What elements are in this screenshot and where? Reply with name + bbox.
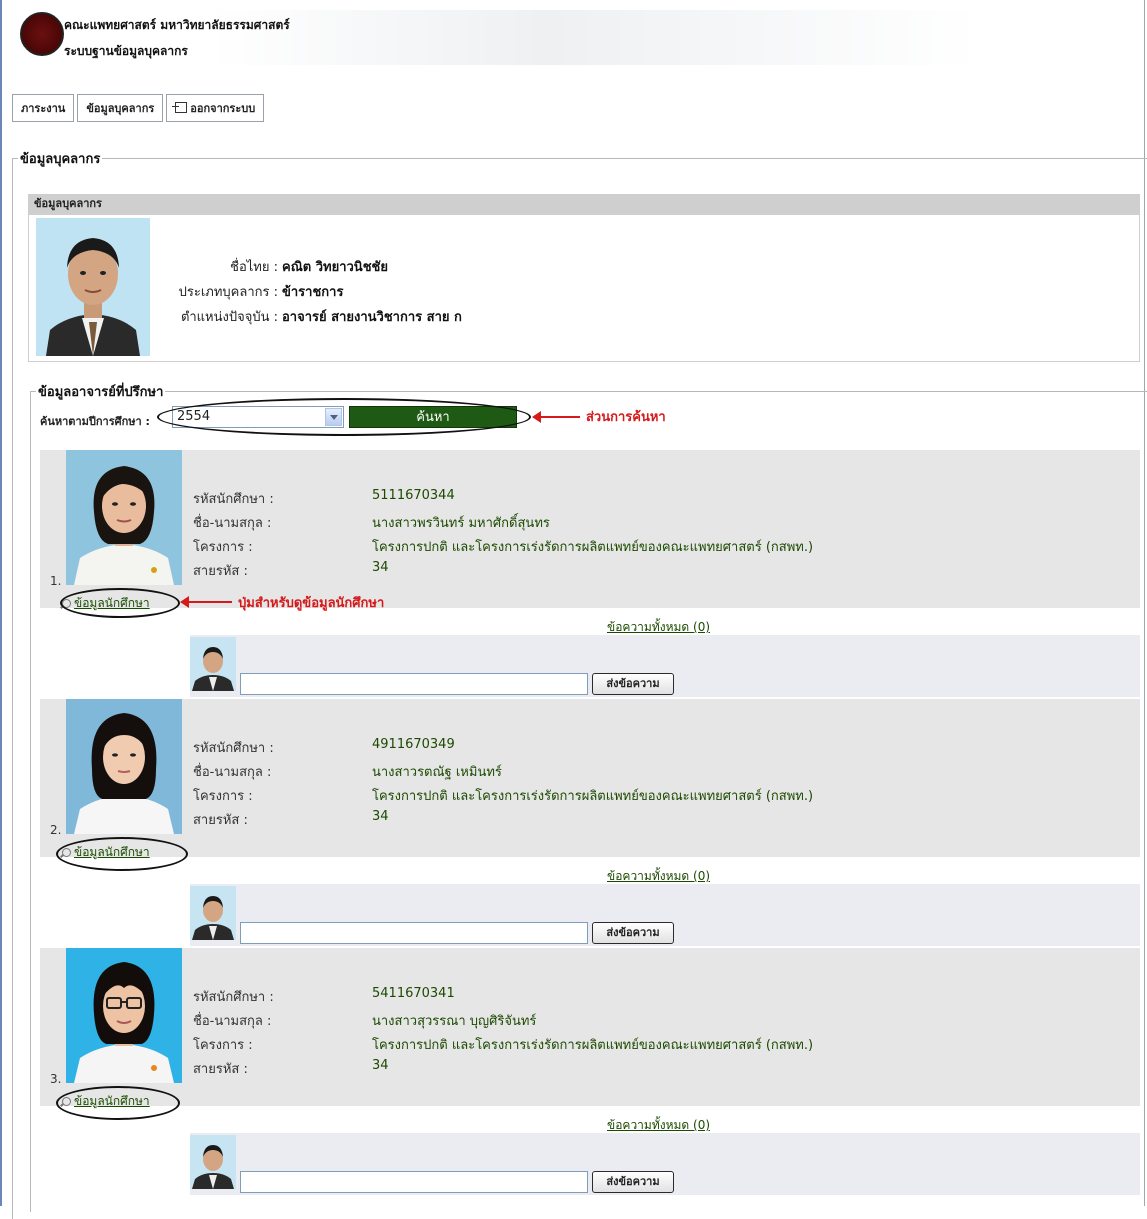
staff-type-value: ข้าราชการ [282,285,344,300]
all-messages-label-3: ข้อความทั้งหมด (0) [607,1118,711,1132]
message-box-2: ส่งข้อความ [190,884,1140,946]
view-student-info-link-1[interactable]: ข้อมูลนักศึกษา [62,594,150,613]
menu-staff-info[interactable]: ข้อมูลบุคลากร [77,94,164,122]
logout-icon [172,102,188,113]
all-messages-label-1: ข้อความทั้งหมด (0) [607,620,711,634]
magnifier-icon [62,599,71,608]
year-select-value: 2554 [177,409,211,424]
message-box-3: ส่งข้อความ [190,1133,1140,1195]
search-annotation-arrow [532,411,580,423]
student-program-label-3: โครงการ : [193,1038,253,1053]
staff-thai-name-value: คณิต วิทยาวนิชชัย [282,260,388,275]
menu-workload-label: ภาระงาน [21,102,66,115]
staff-thai-name-row: ชื่อไทย : คณิต วิทยาวนิชชัย [108,256,388,277]
student-line-label-2: สายรหัส : [193,813,248,828]
all-messages-label-2: ข้อความทั้งหมด (0) [607,869,711,883]
student-number-3: 3. [50,1072,62,1086]
student-line-label-3: สายรหัส : [193,1062,248,1077]
message-box-1: ส่งข้อความ [190,635,1140,697]
student-program-2: โครงการปกติ และโครงการเร่งรัดการผลิตแพทย… [372,789,814,804]
view-student-info-label-3: ข้อมูลนักศึกษา [74,1094,150,1108]
student-name-label-1: ชื่อ-นามสกุล : [193,516,272,531]
link-annotation-arrow [180,596,232,608]
main-menu: ภาระงาน ข้อมูลบุคลากร ออกจากระบบ [12,94,265,122]
search-year-label: ค้นหาตามปีการศึกษา : [40,415,150,428]
student-name-3: นางสาวสุวรรณา บุญศิริจันทร์ [372,1014,537,1029]
student-program-label-2: โครงการ : [193,789,253,804]
student-program-3: โครงการปกติ และโครงการเร่งรัดการผลิตแพทย… [372,1038,814,1053]
magnifier-icon [62,1097,71,1106]
student-program-1: โครงการปกติ และโครงการเร่งรัดการผลิตแพทย… [372,540,814,555]
student-photo-3 [66,948,182,1083]
student-id-label-3: รหัสนักศึกษา : [193,990,274,1005]
student-name-2: นางสาวรตณัฐ เหมินทร์ [372,765,502,780]
year-select[interactable]: 2554 [172,406,344,428]
staff-type-row: ประเภทบุคลากร : ข้าราชการ [108,281,344,302]
student-line-1: 34 [372,560,389,575]
student-program-label-1: โครงการ : [193,540,253,555]
student-name-label-2: ชื่อ-นามสกุล : [193,765,272,780]
menu-logout-label: ออกจากระบบ [190,102,256,115]
student-line-3: 34 [372,1058,389,1073]
view-student-info-link-3[interactable]: ข้อมูลนักศึกษา [62,1092,150,1111]
staff-type-label: ประเภทบุคลากร : [178,285,278,300]
staff-panel-title: ข้อมูลบุคลากร [28,194,1140,214]
view-student-info-label-1: ข้อมูลนักศึกษา [74,596,150,610]
message-input-2[interactable] [240,922,588,944]
student-photo-1 [66,450,182,585]
student-line-label-1: สายรหัส : [193,564,248,579]
menu-logout[interactable]: ออกจากระบบ [166,94,265,122]
org-name: คณะแพทยศาสตร์ มหาวิทยาลัยธรรมศาสตร์ [64,18,290,32]
view-student-info-label-2: ข้อมูลนักศึกษา [74,845,150,859]
student-photo-2 [66,699,182,834]
student-id-label-2: รหัสนักศึกษา : [193,741,274,756]
student-number-1: 1. [50,574,62,588]
message-input-3[interactable] [240,1171,588,1193]
advisor-avatar [190,637,236,691]
student-line-2: 34 [372,809,389,824]
search-annotation: ส่วนการค้นหา [586,410,666,425]
staff-position-row: ตำแหน่งปัจจุบัน : อาจารย์ สายงานวิชาการ ส… [108,306,462,327]
search-button[interactable]: ค้นหา [349,406,517,428]
advisor-avatar [190,886,236,940]
student-name-label-3: ชื่อ-นามสกุล : [193,1014,272,1029]
student-number-2: 2. [50,823,62,837]
student-id-3: 5411670341 [372,986,455,1001]
student-id-1: 5111670344 [372,488,455,503]
advisor-legend: ข้อมูลอาจารย์ที่ปรึกษา [36,381,166,402]
staff-legend: ข้อมูลบุคลากร [18,148,103,169]
chevron-down-icon[interactable] [325,408,342,426]
system-name: ระบบฐานข้อมูลบุคลากร [64,44,188,58]
menu-workload[interactable]: ภาระงาน [12,94,75,122]
staff-position-label: ตำแหน่งปัจจุบัน : [180,310,278,325]
university-logo [20,12,64,56]
student-id-label-1: รหัสนักศึกษา : [193,492,274,507]
staff-position-value: อาจารย์ สายงานวิชาการ สาย ก [282,310,462,325]
staff-thai-name-label: ชื่อไทย : [230,260,278,275]
menu-staff-info-label: ข้อมูลบุคลากร [86,102,155,115]
message-input-1[interactable] [240,673,588,695]
advisor-avatar [190,1135,236,1189]
send-message-button-3[interactable]: ส่งข้อความ [592,1171,674,1193]
send-message-button-2[interactable]: ส่งข้อความ [592,922,674,944]
send-message-button-1[interactable]: ส่งข้อความ [592,673,674,695]
student-name-1: นางสาวพรวินทร์ มหาศักดิ์สุนทร [372,516,550,531]
magnifier-icon [62,848,71,857]
student-id-2: 4911670349 [372,737,455,752]
view-student-info-link-2[interactable]: ข้อมูลนักศึกษา [62,843,150,862]
link-annotation: ปุ่มสำหรับดูข้อมูลนักศึกษา [238,596,385,611]
